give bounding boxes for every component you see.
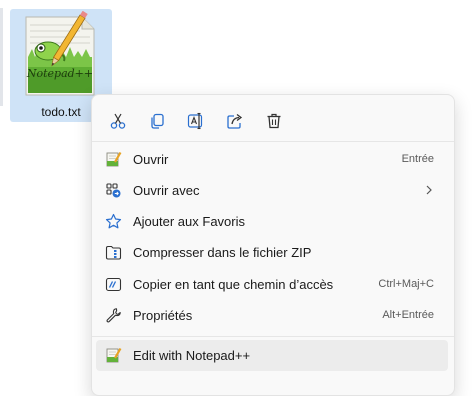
delete-icon [267,113,281,129]
share-button[interactable] [217,103,253,139]
rename-button[interactable] [178,103,214,139]
copy-button[interactable] [139,103,175,139]
chevron-right-icon [426,185,432,195]
menu-item-open[interactable]: Ouvrir Entrée [96,144,448,175]
copy-icon [151,113,164,129]
menu-item-shortcut: Ctrl+Maj+C [378,278,434,290]
notepad-plus-plus-file-icon: Notepad++ [20,10,102,99]
menu-item-label: Propriétés [133,308,193,323]
menu-item-label: Ouvrir avec [133,183,200,198]
open-notepad-icon [105,151,122,168]
menu-item-shortcut: Entrée [401,153,434,165]
svg-text:Notepad++: Notepad++ [26,67,93,80]
menu-item-label: Ouvrir [133,152,169,167]
open-with-icon [105,182,122,199]
menu-separator [92,336,454,337]
cut-button[interactable] [100,103,136,139]
star-icon [105,213,122,230]
share-icon [227,113,243,129]
cut-icon [110,113,126,129]
menu-item-add-favorites[interactable]: Ajouter aux Favoris [96,206,448,237]
wrench-icon [105,307,122,324]
context-menu: Ouvrir Entrée Ouvrir avec Ajouter aux Fa… [91,94,455,396]
copy-path-icon [105,276,122,293]
window-edge [0,8,3,106]
delete-button[interactable] [256,103,292,139]
menu-item-edit-with-notepad-plus-plus[interactable]: Edit with Notepad++ [96,340,448,371]
menu-item-label: Edit with Notepad++ [133,348,251,363]
menu-item-open-with[interactable]: Ouvrir avec [96,175,448,206]
rename-icon [187,112,203,130]
toolbar-separator [92,141,454,142]
menu-item-compress-zip[interactable]: Compresser dans le fichier ZIP [96,237,448,268]
menu-item-label: Copier en tant que chemin d’accès [133,277,334,292]
menu-item-label: Ajouter aux Favoris [133,214,245,229]
menu-item-properties[interactable]: Propriétés Alt+Entrée [96,300,448,331]
zip-icon [105,244,122,261]
notepad-plus-plus-icon [105,347,122,364]
menu-item-label: Compresser dans le fichier ZIP [133,245,312,260]
menu-item-shortcut: Alt+Entrée [382,309,434,321]
menu-item-copy-as-path[interactable]: Copier en tant que chemin d’accès Ctrl+M… [96,269,448,300]
